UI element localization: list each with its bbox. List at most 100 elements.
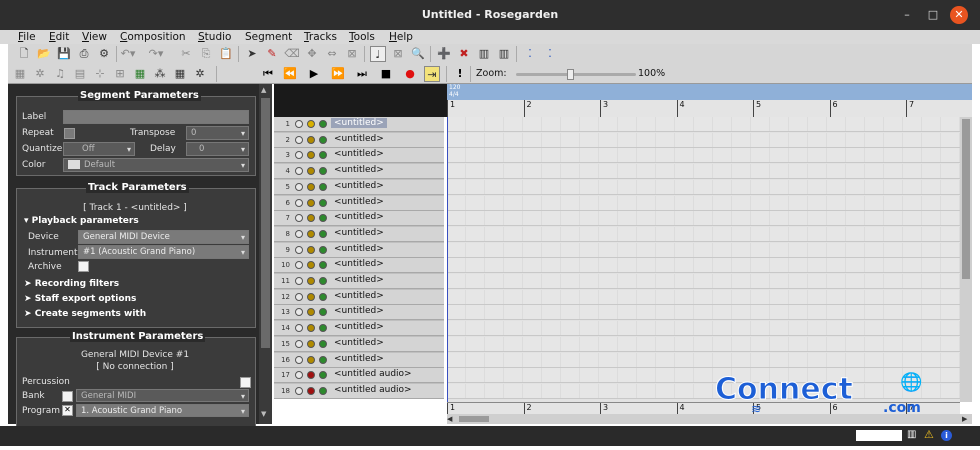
track-row[interactable]: 2 <untitled> [274, 132, 444, 148]
track-row[interactable]: 10 <untitled> [274, 258, 444, 274]
record-led-icon[interactable] [307, 292, 315, 301]
mute-led-icon[interactable] [319, 182, 327, 191]
rewind-to-start-icon[interactable]: ⏮ [260, 66, 276, 82]
track-lane[interactable] [447, 305, 960, 321]
track-lane[interactable] [447, 321, 960, 337]
percussion-view-icon[interactable]: ✲ [32, 66, 48, 82]
bar-ruler[interactable]: 1 2 3 4 5 6 7 [447, 100, 972, 118]
menu-studio[interactable]: Studio [198, 30, 231, 44]
mute-led-icon[interactable] [319, 245, 327, 254]
monitor-led-icon[interactable] [295, 182, 303, 191]
record-led-icon[interactable] [307, 120, 315, 128]
scroll-down-icon[interactable]: ▼ [261, 410, 270, 420]
monitor-led-icon[interactable] [295, 135, 303, 144]
track-lane[interactable] [447, 164, 960, 180]
menu-tools[interactable]: Tools [349, 30, 375, 44]
track-lane[interactable] [447, 258, 960, 274]
track-name[interactable]: <untitled> [334, 212, 384, 222]
track-name[interactable]: <untitled> [334, 197, 384, 207]
track-row[interactable]: 7 <untitled> [274, 211, 444, 227]
track-name[interactable]: <untitled> [334, 354, 384, 364]
repeat-checkbox[interactable] [64, 128, 75, 139]
track-name[interactable]: <untitled> [334, 291, 384, 301]
undo-icon[interactable]: ↶▾ [120, 46, 136, 62]
record-led-icon[interactable] [307, 245, 315, 254]
erase-tool-icon[interactable]: ⌫ [284, 46, 300, 62]
track-lane[interactable] [447, 352, 960, 368]
rewind-icon[interactable]: ⏪ [282, 66, 298, 82]
matrix-editor-icon[interactable]: ♩ [370, 46, 386, 62]
track-name[interactable]: <untitled> [334, 228, 384, 238]
track-name[interactable]: <untitled> [334, 244, 384, 254]
track-row[interactable]: 13 <untitled> [274, 305, 444, 321]
monitor-led-icon[interactable] [295, 167, 303, 176]
menu-file[interactable]: File [18, 30, 36, 44]
label-input[interactable] [63, 110, 249, 124]
resize-tool-icon[interactable]: ⇔ [324, 46, 340, 62]
monitor-led-icon[interactable] [295, 371, 303, 380]
canvas-vertical-scrollbar[interactable] [960, 117, 972, 402]
parameters-scrollbar[interactable]: ▲ ▼ [259, 84, 272, 424]
menu-composition[interactable]: Composition [120, 30, 186, 44]
mute-led-icon[interactable] [319, 198, 327, 207]
record-icon[interactable]: ● [402, 66, 418, 82]
track-row[interactable]: 5 <untitled> [274, 179, 444, 195]
minimize-icon[interactable]: – [898, 6, 916, 24]
track-row[interactable]: 1 <untitled> [274, 117, 444, 132]
playback-position-pointer[interactable] [447, 117, 448, 402]
device-dropdown[interactable]: General MIDI Device ▾ [78, 230, 249, 244]
menu-edit[interactable]: Edit [49, 30, 69, 44]
track-name[interactable]: <untitled> [334, 165, 384, 175]
scroll-right-icon[interactable]: ▶ [962, 415, 967, 423]
monitor-led-icon[interactable] [295, 277, 303, 285]
panic-icon[interactable]: ! [452, 66, 468, 82]
mute-led-icon[interactable] [319, 229, 327, 238]
archive-checkbox[interactable] [78, 261, 89, 272]
menu-segment[interactable]: Segment [245, 30, 292, 44]
monitor-led-icon[interactable] [295, 198, 303, 207]
mute-led-icon[interactable] [319, 151, 327, 160]
color-dropdown[interactable]: Default ▾ [63, 158, 249, 172]
mute-led-icon[interactable] [319, 277, 327, 285]
scroll-up-icon[interactable]: ▲ [261, 86, 270, 96]
move-tool-icon[interactable]: ✥ [304, 46, 320, 62]
notation-view-icon[interactable]: ♫ [52, 66, 68, 82]
monitor-led-icon[interactable] [295, 324, 303, 333]
track-row[interactable]: 11 <untitled> [274, 274, 444, 289]
monitor-led-icon[interactable] [295, 214, 303, 223]
program-checkbox[interactable]: ✕ [62, 405, 73, 416]
track-down-icon[interactable]: ▥ [496, 46, 512, 62]
track-name[interactable]: <untitled> [334, 306, 384, 316]
mute-led-icon[interactable] [319, 324, 327, 333]
track-row[interactable]: 17 <untitled audio> [274, 368, 444, 384]
track-row[interactable]: 14 <untitled> [274, 321, 444, 337]
open-file-icon[interactable]: 📂 [36, 46, 52, 62]
select-tool-icon[interactable]: ➤ [244, 46, 260, 62]
mute-led-icon[interactable] [319, 292, 327, 301]
track-name[interactable]: <untitled> [334, 259, 384, 269]
join-icon[interactable]: ⊠ [390, 46, 406, 62]
mixer-icon[interactable]: ▦ [132, 66, 148, 82]
record-led-icon[interactable] [307, 198, 315, 207]
new-file-icon[interactable]: 🗋 [16, 46, 32, 62]
track-row[interactable]: 4 <untitled> [274, 164, 444, 180]
menu-tracks[interactable]: Tracks [304, 30, 337, 44]
track-name[interactable]: <untitled> [334, 134, 384, 144]
monitor-led-icon[interactable] [295, 151, 303, 160]
track-row[interactable]: 15 <untitled> [274, 336, 444, 352]
track-up-icon[interactable]: ▥ [476, 46, 492, 62]
monitor-led-icon[interactable] [295, 386, 303, 395]
monitor-led-icon[interactable] [295, 229, 303, 238]
split-tool-icon[interactable]: ⊠ [344, 46, 360, 62]
program-dropdown[interactable]: 1. Acoustic Grand Piano ▾ [76, 404, 249, 417]
triggered-segment-icon[interactable]: ⊞ [112, 66, 128, 82]
play-icon[interactable]: ▶ [306, 66, 322, 82]
scrollbar-thumb[interactable] [459, 416, 489, 422]
warning-icon[interactable]: ⚠ [924, 428, 934, 441]
track-row[interactable]: 18 <untitled audio> [274, 383, 444, 399]
audio-manager-icon[interactable]: ⁂ [152, 66, 168, 82]
track-lane[interactable] [447, 242, 960, 258]
fast-forward-to-end-icon[interactable]: ⏭ [354, 66, 370, 82]
track-lane[interactable] [447, 211, 960, 227]
track-row[interactable]: 8 <untitled> [274, 226, 444, 242]
